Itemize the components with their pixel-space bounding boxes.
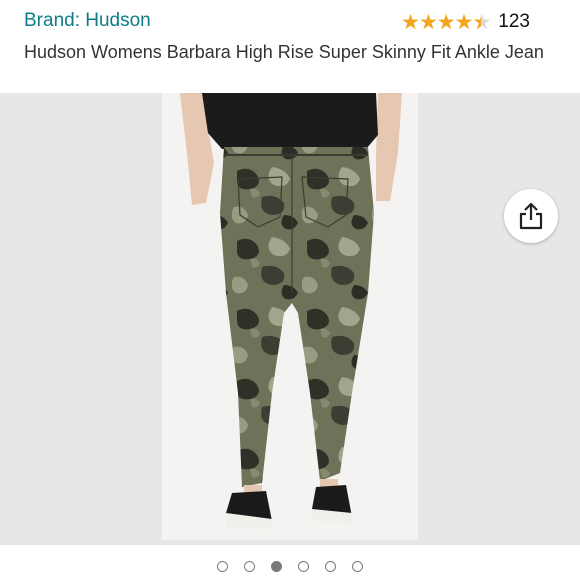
- rating[interactable]: ★★★★★ ★★★★★ 123: [401, 11, 530, 33]
- carousel-dot[interactable]: [217, 560, 228, 572]
- star-rating-icon: ★★★★★ ★★★★★: [401, 9, 491, 34]
- product-title: Hudson Womens Barbara High Rise Super Sk…: [24, 42, 544, 62]
- carousel-dot[interactable]: [325, 560, 336, 572]
- share-button[interactable]: [504, 189, 558, 243]
- image-gallery[interactable]: [0, 93, 580, 545]
- product-image[interactable]: [162, 93, 418, 540]
- carousel-dot[interactable]: [271, 560, 282, 572]
- product-header: Brand: Hudson ★★★★★ ★★★★★ 123 Hudson Wom…: [0, 0, 580, 93]
- carousel-dot[interactable]: [298, 560, 309, 572]
- carousel-dot[interactable]: [352, 560, 363, 572]
- carousel-dot[interactable]: [244, 560, 255, 572]
- carousel-dots: [0, 556, 580, 576]
- product-page: Brand: Hudson ★★★★★ ★★★★★ 123 Hudson Wom…: [0, 0, 580, 580]
- brand-link[interactable]: Brand: Hudson: [24, 10, 151, 32]
- share-icon: [519, 202, 543, 230]
- rating-count[interactable]: 123: [498, 11, 530, 33]
